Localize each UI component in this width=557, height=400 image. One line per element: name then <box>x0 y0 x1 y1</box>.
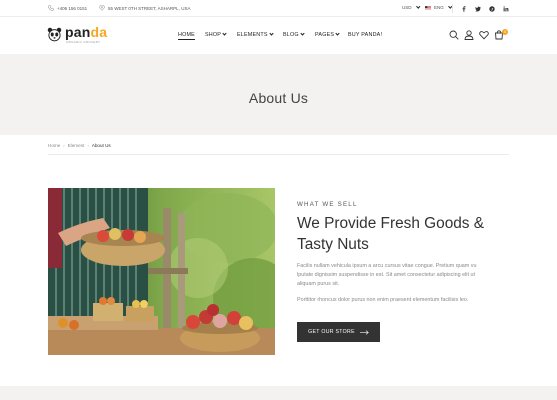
nav-elements[interactable]: ELEMENTS <box>237 31 274 38</box>
address-text: 55 WEST 0TH STREET, ASHARPL, USA <box>108 5 191 11</box>
market-stall-photo <box>48 188 275 355</box>
linkedin-link[interactable] <box>501 4 510 13</box>
currency-selector[interactable]: USD <box>402 4 420 10</box>
main-header: panda ORGANIC GROCERY HOME SHOP ELEMENTS… <box>0 17 557 54</box>
linkedin-icon <box>503 5 508 11</box>
address-info: 55 WEST 0TH STREET, ASHARPL, USA <box>99 5 190 11</box>
logo-text: panda <box>65 24 108 40</box>
section-eyebrow: WHAT WE SELL <box>297 201 358 208</box>
logo-tagline: ORGANIC GROCERY <box>66 40 101 44</box>
breadcrumb: Home › Element › About Us <box>48 143 111 148</box>
breadcrumb-current: About Us <box>91 143 111 148</box>
twitter-link[interactable] <box>473 4 482 13</box>
chevron-down-icon <box>335 31 340 36</box>
nav-pages[interactable]: PAGES <box>315 31 340 38</box>
page-title-banner: About Us <box>0 54 557 135</box>
chevron-right-icon: › <box>63 143 65 148</box>
flag-icon <box>425 5 431 10</box>
twitter-icon <box>474 6 481 12</box>
nav-shop[interactable]: SHOP <box>205 31 227 38</box>
top-bar: +406 156 0151 55 WEST 0TH STREET, ASHARP… <box>0 0 557 17</box>
pinterest-link[interactable] <box>487 4 496 13</box>
language-value: ENG <box>434 5 444 10</box>
divider <box>452 4 453 13</box>
section-paragraph: Porttitor rhoncus dolor purus non enim p… <box>297 297 469 303</box>
location-icon <box>99 5 105 11</box>
section-paragraph: Facilis nullam vehicula ipsum a arcu cur… <box>297 263 477 287</box>
cart-count-badge: 0 <box>502 29 508 35</box>
heart-icon[interactable] <box>479 30 489 40</box>
panda-logo-icon <box>47 27 62 42</box>
get-our-store-button[interactable]: GET OUR STORE <box>297 322 380 342</box>
chevron-right-icon: › <box>87 143 89 148</box>
phone-number: +406 156 0151 <box>57 5 88 11</box>
phone-info[interactable]: +406 156 0151 <box>48 5 87 11</box>
breadcrumb-element[interactable]: Element <box>68 143 85 148</box>
chevron-down-icon <box>415 4 420 9</box>
user-icon[interactable] <box>464 30 474 40</box>
facebook-icon <box>462 5 465 12</box>
button-label: GET OUR STORE <box>308 329 355 335</box>
footer-band <box>0 386 557 400</box>
arrow-right-icon <box>359 329 369 335</box>
language-selector[interactable]: ENG <box>425 4 452 10</box>
page-title: About Us <box>248 90 309 106</box>
nav-blog[interactable]: BLOG <box>283 31 305 38</box>
logo[interactable]: panda ORGANIC GROCERY <box>47 25 107 45</box>
divider <box>48 154 509 155</box>
nav-home[interactable]: HOME <box>178 32 195 40</box>
phone-icon <box>48 5 54 11</box>
section-heading: We Provide Fresh Goods & Tasty Nuts <box>297 215 485 253</box>
facebook-link[interactable] <box>459 4 468 13</box>
search-icon[interactable] <box>449 30 459 40</box>
chevron-down-icon <box>222 31 227 36</box>
nav-buy-panda[interactable]: BUY PANDA! <box>348 32 382 38</box>
chevron-down-icon <box>269 31 274 36</box>
currency-value: USD <box>402 5 412 10</box>
pinterest-icon <box>488 5 495 12</box>
breadcrumb-home[interactable]: Home <box>48 143 60 148</box>
chevron-down-icon <box>300 31 305 36</box>
